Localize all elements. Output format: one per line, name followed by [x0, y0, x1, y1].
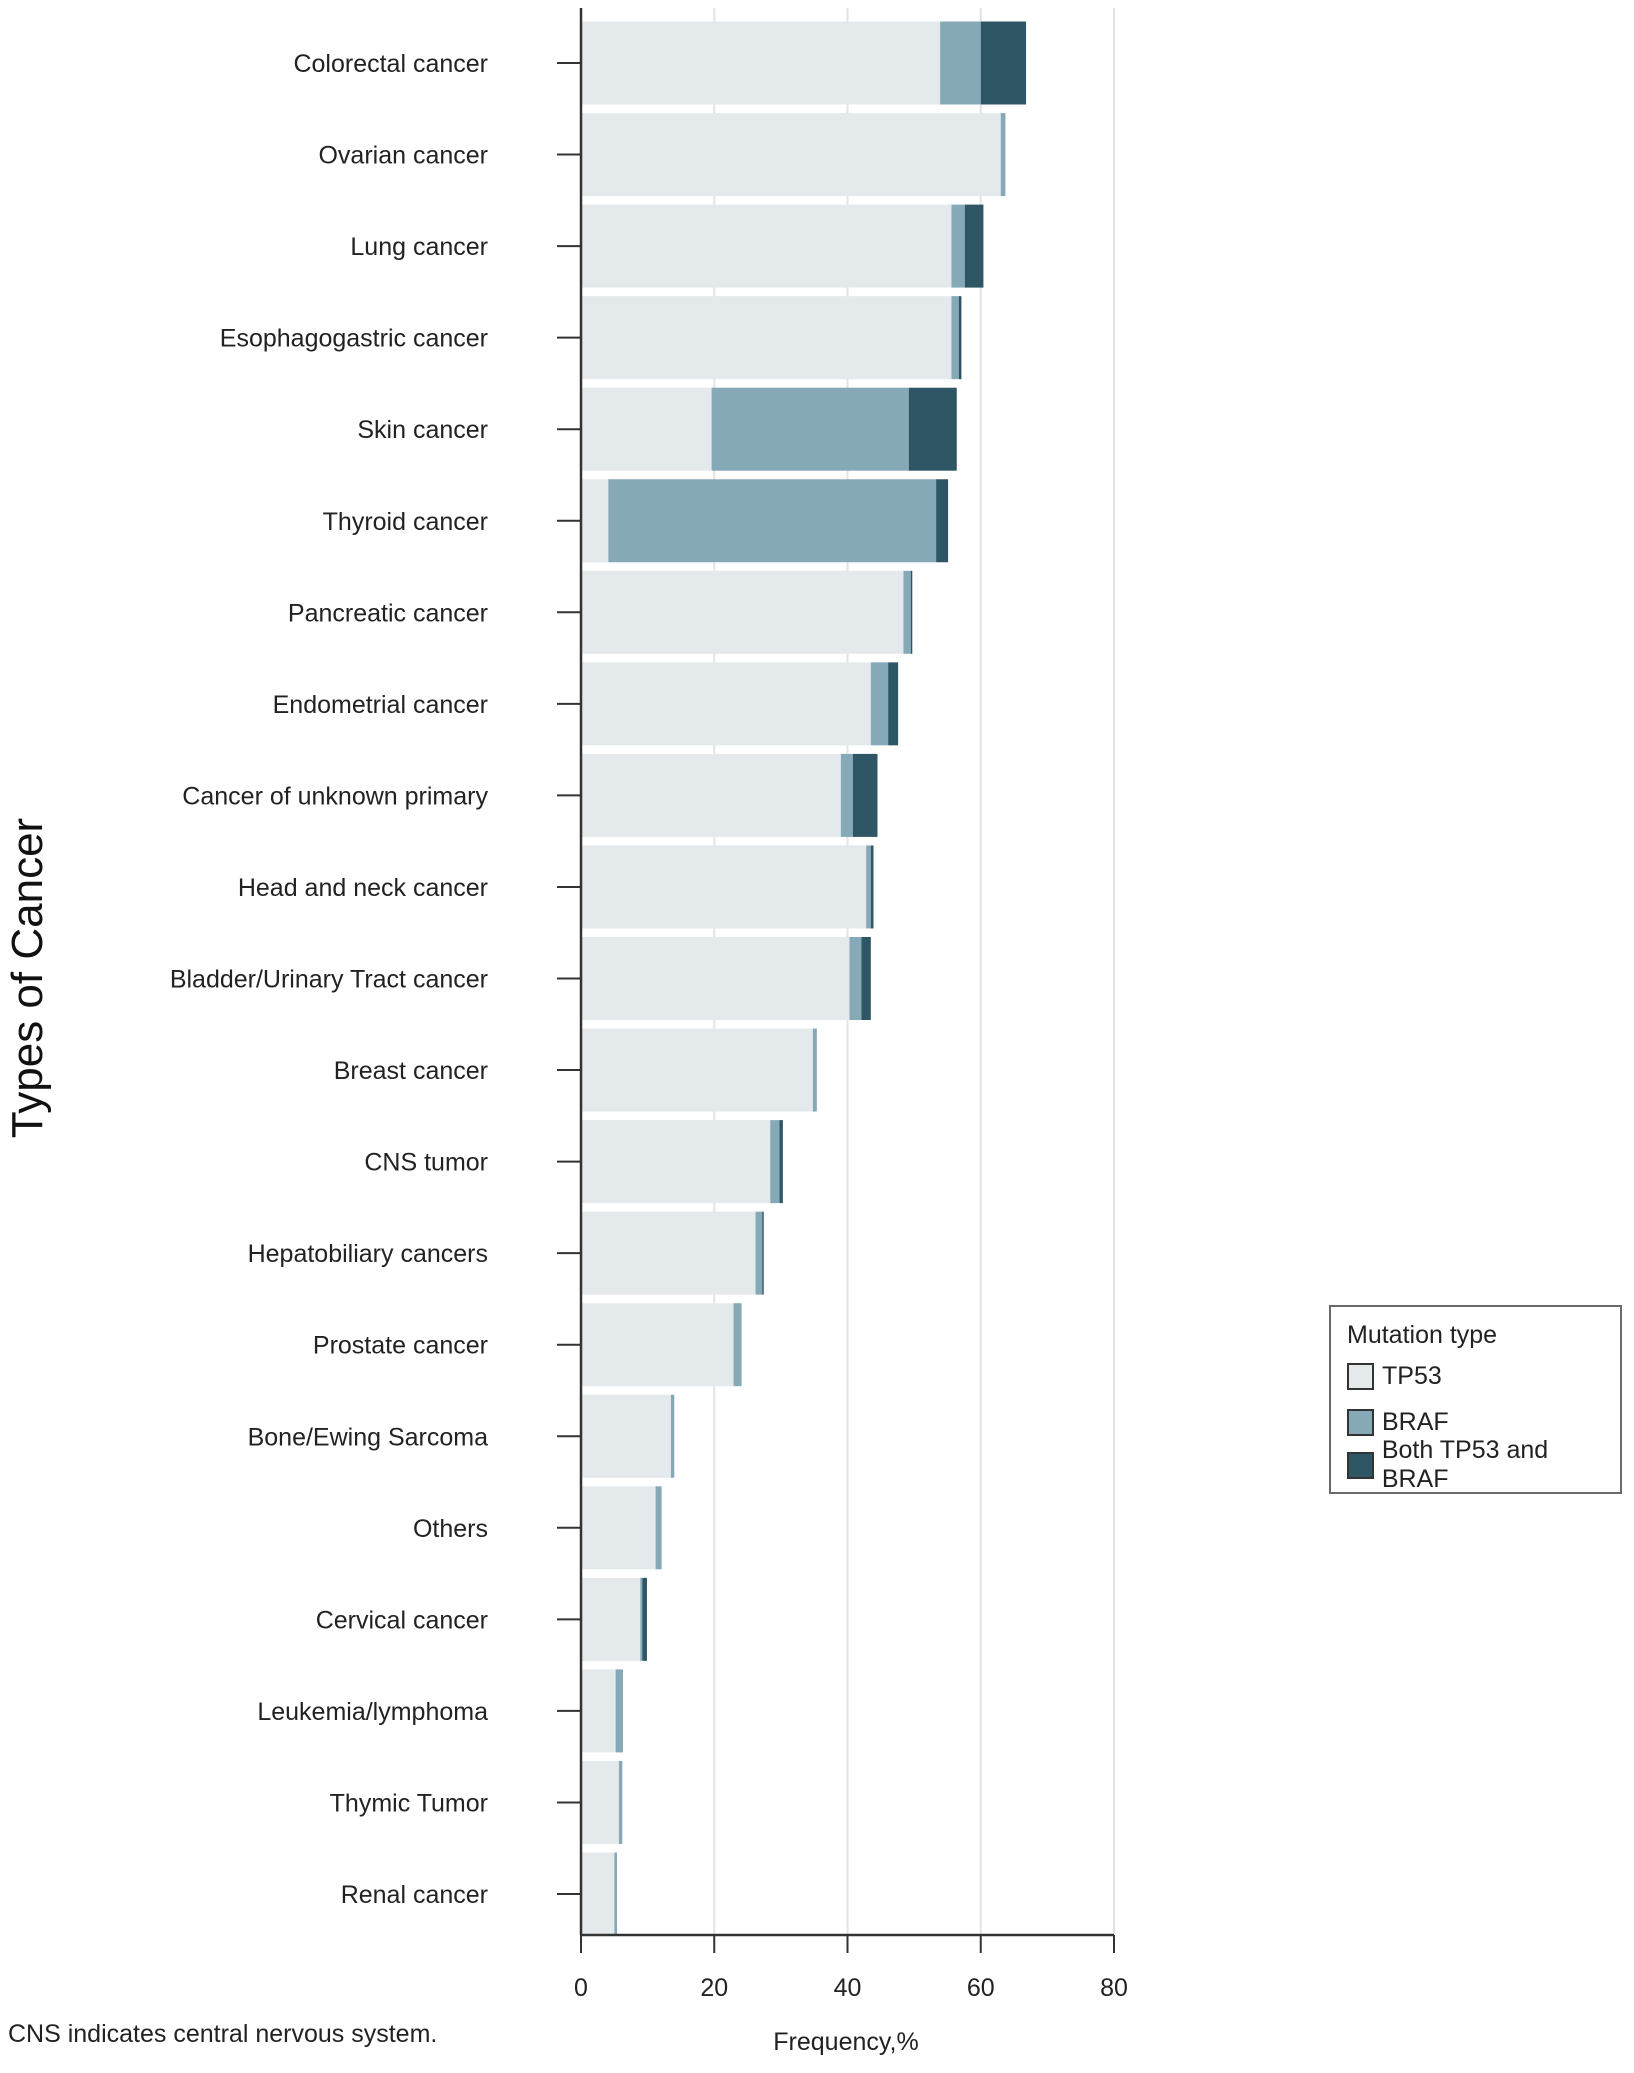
bar-endometrial-cancer-tp53 [581, 662, 871, 746]
bar-lung-cancer-braf [951, 204, 965, 288]
bar-esophagogastric-cancer-braf [951, 296, 959, 380]
category-label: Others [413, 1515, 488, 1543]
x-tick-label: 0 [574, 1974, 588, 2002]
legend-label-tp53: TP53 [1382, 1361, 1442, 1390]
bar-cns-tumor-tp53 [581, 1120, 771, 1204]
x-axis-title: Frequency,% [773, 2028, 918, 2056]
bar-prostate-cancer-tp53 [581, 1303, 734, 1387]
category-label: Colorectal cancer [293, 50, 488, 78]
bar-breast-cancer-tp53 [581, 1028, 813, 1112]
category-label: Prostate cancer [313, 1332, 488, 1360]
category-label: Skin cancer [357, 416, 488, 444]
bar-cancer-of-unknown-primary-braf [840, 753, 853, 837]
legend: Mutation type TP53 BRAF Both TP53 and BR… [1329, 1305, 1622, 1494]
x-tick-label: 80 [1100, 1974, 1128, 2002]
bar-pancreatic-cancer-braf [903, 570, 911, 654]
bar-esophagogastric-cancer-both-tp53-and-braf [958, 296, 962, 380]
bar-colorectal-cancer-both-tp53-and-braf [980, 21, 1027, 105]
category-label: Cancer of unknown primary [182, 782, 488, 810]
legend-title: Mutation type [1347, 1321, 1498, 1349]
bar-esophagogastric-cancer-tp53 [581, 296, 952, 380]
category-label: Bone/Ewing Sarcoma [248, 1423, 489, 1451]
bar-thyroid-cancer-both-tp53-and-braf [936, 479, 949, 563]
bar-breast-cancer-braf [812, 1028, 817, 1112]
bar-skin-cancer-tp53 [581, 387, 712, 471]
bar-cervical-cancer-braf [640, 1577, 643, 1661]
legend-label-both: Both TP53 and BRAF [1381, 1436, 1549, 1493]
bar-ovarian-cancer-tp53 [581, 113, 1001, 197]
legend-item-both: Both TP53 and BRAF [1347, 1436, 1620, 1493]
bar-lung-cancer-tp53 [581, 204, 952, 288]
bar-head-and-neck-cancer-braf [866, 845, 871, 929]
bar-bladder-urinary-tract-cancer-both-tp53-and-braf [861, 937, 871, 1020]
x-tick-label: 60 [967, 1974, 995, 2002]
x-tick-label: 20 [700, 1974, 728, 2002]
legend-item-braf: BRAF [1347, 1407, 1449, 1437]
category-label: Head and neck cancer [238, 874, 488, 902]
category-labels: Colorectal cancer Ovarian cancer Lung canc… [170, 50, 489, 1909]
bar-bone-ewing-sarcoma-tp53 [581, 1394, 671, 1478]
legend-swatch-braf [1347, 1408, 1374, 1436]
bar-others-tp53 [581, 1486, 656, 1570]
legend-swatch-both [1347, 1451, 1374, 1479]
category-label: Breast cancer [334, 1057, 488, 1085]
bar-head-and-neck-cancer-both-tp53-and-braf [870, 845, 874, 929]
bar-cancer-of-unknown-primary-both-tp53-and-braf [852, 753, 878, 837]
legend-item-tp53: TP53 [1347, 1361, 1442, 1391]
bar-pancreatic-cancer-tp53 [581, 570, 904, 654]
bar-others-braf [655, 1486, 662, 1570]
legend-swatch-tp53 [1347, 1362, 1374, 1390]
category-label: Thyroid cancer [323, 508, 488, 536]
bar-bladder-urinary-tract-cancer-tp53 [581, 937, 850, 1020]
bar-hepatobiliary-cancers-braf [755, 1211, 763, 1295]
category-label: Thymic Tumor [330, 1789, 488, 1817]
bar-bladder-urinary-tract-cancer-braf [849, 937, 862, 1020]
bar-endometrial-cancer-braf [870, 662, 889, 746]
bars [581, 21, 1027, 1936]
category-label: Renal cancer [341, 1881, 488, 1909]
x-tick-label: 40 [834, 1974, 862, 2002]
bar-cancer-of-unknown-primary-tp53 [581, 753, 841, 837]
bar-cns-tumor-both-tp53-and-braf [779, 1120, 783, 1204]
x-tick-labels: 0 20 40 60 80 [574, 1974, 1128, 2002]
bar-hepatobiliary-cancers-both-tp53-and-braf [762, 1211, 764, 1295]
bar-ovarian-cancer-braf [1000, 113, 1006, 197]
bar-bone-ewing-sarcoma-braf [670, 1394, 675, 1478]
stacked-bar-chart: Colorectal cancer Ovarian cancer Lung canc… [3, 8, 1128, 2056]
bar-cervical-cancer-both-tp53-and-braf [642, 1577, 647, 1661]
category-label: Hepatobiliary cancers [248, 1240, 488, 1268]
bar-thyroid-cancer-braf [608, 479, 937, 563]
bar-colorectal-cancer-braf [940, 21, 981, 105]
category-label: Endometrial cancer [273, 691, 488, 719]
bar-hepatobiliary-cancers-tp53 [581, 1211, 756, 1295]
category-label: Lung cancer [350, 233, 488, 261]
category-label: Pancreatic cancer [288, 599, 488, 627]
category-label: Cervical cancer [316, 1606, 488, 1634]
y-axis-title: Types of Cancer [3, 818, 52, 1138]
category-label: Esophagogastric cancer [220, 325, 488, 353]
bar-thyroid-cancer-tp53 [581, 479, 609, 563]
category-label: CNS tumor [364, 1149, 488, 1177]
bar-skin-cancer-both-tp53-and-braf [908, 387, 957, 471]
bar-thymic-tumor-tp53 [581, 1760, 619, 1844]
bar-cervical-cancer-tp53 [581, 1577, 641, 1661]
bar-renal-cancer-braf [614, 1852, 617, 1936]
bar-renal-cancer-tp53 [581, 1852, 615, 1936]
legend-label-braf: BRAF [1382, 1407, 1449, 1436]
category-label: Ovarian cancer [318, 142, 488, 170]
bar-cns-tumor-braf [770, 1120, 780, 1204]
bar-head-and-neck-cancer-tp53 [581, 845, 867, 929]
bar-leukemia-lymphoma-braf [615, 1669, 623, 1753]
bar-prostate-cancer-braf [733, 1303, 742, 1387]
footnote: CNS indicates central nervous system. [8, 2020, 438, 2048]
bar-endometrial-cancer-both-tp53-and-braf [888, 662, 899, 746]
bar-colorectal-cancer-tp53 [581, 21, 941, 105]
bar-pancreatic-cancer-both-tp53-and-braf [910, 570, 913, 654]
bar-lung-cancer-both-tp53-and-braf [964, 204, 984, 288]
bar-thymic-tumor-braf [618, 1760, 623, 1844]
category-label: Bladder/Urinary Tract cancer [170, 966, 488, 994]
bar-skin-cancer-braf [711, 387, 909, 471]
bar-leukemia-lymphoma-tp53 [581, 1669, 616, 1753]
category-label: Leukemia/lymphoma [257, 1698, 488, 1726]
